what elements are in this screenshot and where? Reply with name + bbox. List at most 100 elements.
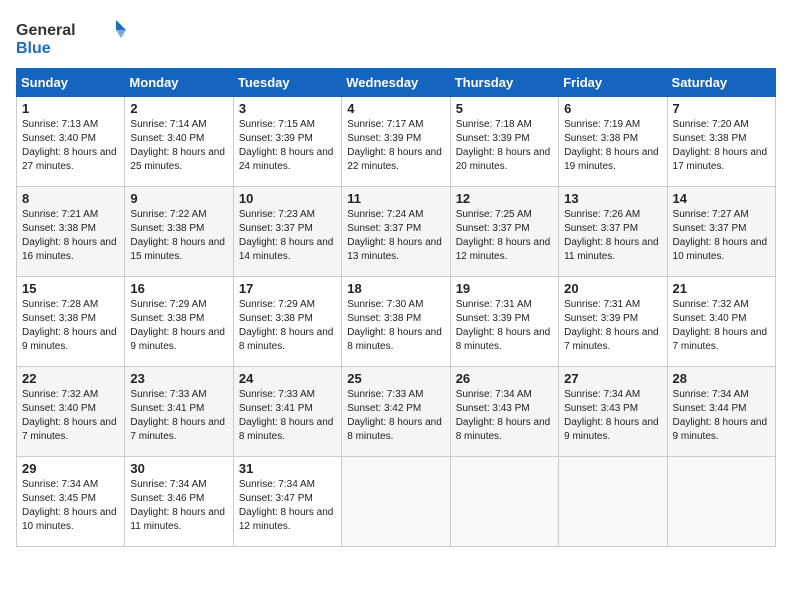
day-number: 13 [564,191,661,206]
day-number: 27 [564,371,661,386]
day-info: Sunrise: 7:29 AMSunset: 3:38 PMDaylight:… [130,299,225,352]
day-number: 29 [22,461,119,476]
day-number: 24 [239,371,336,386]
day-info: Sunrise: 7:27 AMSunset: 3:37 PMDaylight:… [673,209,768,262]
svg-text:General: General [16,22,76,39]
calendar-cell: 19 Sunrise: 7:31 AMSunset: 3:39 PMDaylig… [450,277,558,367]
day-info: Sunrise: 7:34 AMSunset: 3:43 PMDaylight:… [456,389,551,442]
day-number: 18 [347,281,444,296]
col-header-sunday: Sunday [17,69,125,97]
calendar-cell: 2 Sunrise: 7:14 AMSunset: 3:40 PMDayligh… [125,97,233,187]
day-info: Sunrise: 7:33 AMSunset: 3:41 PMDaylight:… [239,389,334,442]
day-info: Sunrise: 7:32 AMSunset: 3:40 PMDaylight:… [22,389,117,442]
day-number: 6 [564,101,661,116]
day-number: 15 [22,281,119,296]
logo-svg: General Blue [16,16,126,58]
col-header-friday: Friday [559,69,667,97]
day-number: 21 [673,281,770,296]
day-info: Sunrise: 7:30 AMSunset: 3:38 PMDaylight:… [347,299,442,352]
calendar-cell: 18 Sunrise: 7:30 AMSunset: 3:38 PMDaylig… [342,277,450,367]
day-number: 14 [673,191,770,206]
col-header-monday: Monday [125,69,233,97]
calendar-cell: 16 Sunrise: 7:29 AMSunset: 3:38 PMDaylig… [125,277,233,367]
day-info: Sunrise: 7:34 AMSunset: 3:47 PMDaylight:… [239,479,334,532]
calendar-cell [450,457,558,547]
calendar-cell: 7 Sunrise: 7:20 AMSunset: 3:38 PMDayligh… [667,97,775,187]
page-header: General Blue [16,16,776,58]
calendar-cell: 22 Sunrise: 7:32 AMSunset: 3:40 PMDaylig… [17,367,125,457]
day-number: 8 [22,191,119,206]
day-number: 3 [239,101,336,116]
day-info: Sunrise: 7:20 AMSunset: 3:38 PMDaylight:… [673,119,768,172]
calendar-cell: 6 Sunrise: 7:19 AMSunset: 3:38 PMDayligh… [559,97,667,187]
day-info: Sunrise: 7:15 AMSunset: 3:39 PMDaylight:… [239,119,334,172]
calendar-cell [342,457,450,547]
day-number: 12 [456,191,553,206]
day-info: Sunrise: 7:34 AMSunset: 3:45 PMDaylight:… [22,479,117,532]
day-info: Sunrise: 7:31 AMSunset: 3:39 PMDaylight:… [456,299,551,352]
day-info: Sunrise: 7:28 AMSunset: 3:38 PMDaylight:… [22,299,117,352]
day-info: Sunrise: 7:19 AMSunset: 3:38 PMDaylight:… [564,119,659,172]
calendar-cell: 29 Sunrise: 7:34 AMSunset: 3:45 PMDaylig… [17,457,125,547]
col-header-wednesday: Wednesday [342,69,450,97]
day-info: Sunrise: 7:21 AMSunset: 3:38 PMDaylight:… [22,209,117,262]
calendar-cell: 12 Sunrise: 7:25 AMSunset: 3:37 PMDaylig… [450,187,558,277]
calendar-cell: 8 Sunrise: 7:21 AMSunset: 3:38 PMDayligh… [17,187,125,277]
calendar-cell: 24 Sunrise: 7:33 AMSunset: 3:41 PMDaylig… [233,367,341,457]
col-header-saturday: Saturday [667,69,775,97]
calendar-cell: 25 Sunrise: 7:33 AMSunset: 3:42 PMDaylig… [342,367,450,457]
calendar-cell: 10 Sunrise: 7:23 AMSunset: 3:37 PMDaylig… [233,187,341,277]
col-header-tuesday: Tuesday [233,69,341,97]
day-info: Sunrise: 7:23 AMSunset: 3:37 PMDaylight:… [239,209,334,262]
calendar-cell: 20 Sunrise: 7:31 AMSunset: 3:39 PMDaylig… [559,277,667,367]
day-info: Sunrise: 7:24 AMSunset: 3:37 PMDaylight:… [347,209,442,262]
day-number: 19 [456,281,553,296]
day-info: Sunrise: 7:34 AMSunset: 3:44 PMDaylight:… [673,389,768,442]
day-info: Sunrise: 7:29 AMSunset: 3:38 PMDaylight:… [239,299,334,352]
day-number: 17 [239,281,336,296]
calendar-cell [559,457,667,547]
day-number: 2 [130,101,227,116]
calendar-cell: 4 Sunrise: 7:17 AMSunset: 3:39 PMDayligh… [342,97,450,187]
svg-text:Blue: Blue [16,40,51,57]
calendar-cell: 26 Sunrise: 7:34 AMSunset: 3:43 PMDaylig… [450,367,558,457]
calendar-cell: 1 Sunrise: 7:13 AMSunset: 3:40 PMDayligh… [17,97,125,187]
calendar-cell: 5 Sunrise: 7:18 AMSunset: 3:39 PMDayligh… [450,97,558,187]
calendar-cell: 9 Sunrise: 7:22 AMSunset: 3:38 PMDayligh… [125,187,233,277]
day-number: 31 [239,461,336,476]
day-number: 28 [673,371,770,386]
calendar-cell: 3 Sunrise: 7:15 AMSunset: 3:39 PMDayligh… [233,97,341,187]
day-info: Sunrise: 7:18 AMSunset: 3:39 PMDaylight:… [456,119,551,172]
day-number: 25 [347,371,444,386]
day-info: Sunrise: 7:14 AMSunset: 3:40 PMDaylight:… [130,119,225,172]
day-info: Sunrise: 7:34 AMSunset: 3:43 PMDaylight:… [564,389,659,442]
calendar-cell: 17 Sunrise: 7:29 AMSunset: 3:38 PMDaylig… [233,277,341,367]
calendar-cell: 11 Sunrise: 7:24 AMSunset: 3:37 PMDaylig… [342,187,450,277]
day-info: Sunrise: 7:26 AMSunset: 3:37 PMDaylight:… [564,209,659,262]
day-number: 11 [347,191,444,206]
day-info: Sunrise: 7:33 AMSunset: 3:42 PMDaylight:… [347,389,442,442]
day-number: 22 [22,371,119,386]
calendar-cell: 23 Sunrise: 7:33 AMSunset: 3:41 PMDaylig… [125,367,233,457]
day-number: 10 [239,191,336,206]
calendar-cell [667,457,775,547]
calendar-cell: 15 Sunrise: 7:28 AMSunset: 3:38 PMDaylig… [17,277,125,367]
calendar-cell: 21 Sunrise: 7:32 AMSunset: 3:40 PMDaylig… [667,277,775,367]
logo: General Blue [16,16,126,58]
day-info: Sunrise: 7:34 AMSunset: 3:46 PMDaylight:… [130,479,225,532]
day-info: Sunrise: 7:31 AMSunset: 3:39 PMDaylight:… [564,299,659,352]
day-number: 7 [673,101,770,116]
day-number: 4 [347,101,444,116]
calendar-cell: 13 Sunrise: 7:26 AMSunset: 3:37 PMDaylig… [559,187,667,277]
day-number: 20 [564,281,661,296]
calendar-cell: 28 Sunrise: 7:34 AMSunset: 3:44 PMDaylig… [667,367,775,457]
day-info: Sunrise: 7:17 AMSunset: 3:39 PMDaylight:… [347,119,442,172]
day-number: 26 [456,371,553,386]
day-number: 16 [130,281,227,296]
col-header-thursday: Thursday [450,69,558,97]
day-info: Sunrise: 7:25 AMSunset: 3:37 PMDaylight:… [456,209,551,262]
day-number: 5 [456,101,553,116]
calendar-cell: 14 Sunrise: 7:27 AMSunset: 3:37 PMDaylig… [667,187,775,277]
day-number: 23 [130,371,227,386]
calendar-table: SundayMondayTuesdayWednesdayThursdayFrid… [16,68,776,547]
